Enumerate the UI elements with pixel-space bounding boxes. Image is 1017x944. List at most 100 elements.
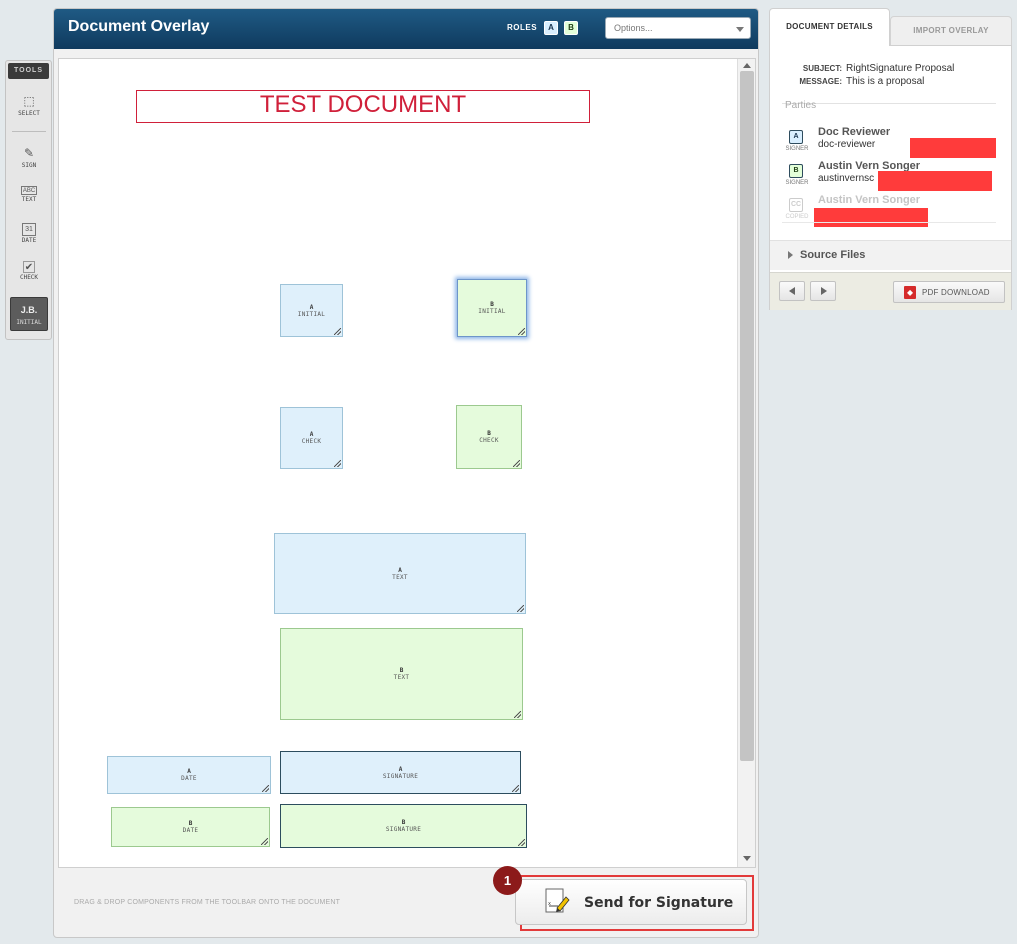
resize-handle-icon[interactable] bbox=[514, 711, 521, 718]
field-a-check[interactable]: A CHECK bbox=[280, 407, 343, 469]
tool-select[interactable]: ⬚ SELECT bbox=[10, 93, 48, 117]
previous-button[interactable] bbox=[779, 281, 805, 301]
redaction-box bbox=[878, 171, 992, 191]
field-b-check[interactable]: B CHECK bbox=[456, 405, 522, 469]
field-role: B bbox=[401, 819, 406, 826]
resize-handle-icon[interactable] bbox=[262, 785, 269, 792]
field-a-text[interactable]: A TEXT bbox=[274, 533, 526, 614]
tools-header: TOOLS bbox=[8, 63, 49, 79]
scroll-up-arrow-icon[interactable] bbox=[743, 63, 751, 68]
roles-label: ROLES bbox=[507, 23, 538, 32]
tool-select-label: SELECT bbox=[18, 110, 40, 117]
resize-handle-icon[interactable] bbox=[518, 839, 525, 846]
party-email: austinvernsc bbox=[818, 173, 875, 184]
tool-sign[interactable]: ✎ SIGN bbox=[10, 145, 48, 169]
field-b-date[interactable]: B DATE bbox=[111, 807, 270, 847]
field-type: CHECK bbox=[479, 437, 499, 444]
party-name: Doc Reviewer bbox=[818, 126, 891, 138]
chevron-right-icon bbox=[788, 251, 793, 259]
details-panel: DOCUMENT DETAILS IMPORT OVERLAY SUBJECT:… bbox=[769, 8, 1012, 310]
details-body: SUBJECT: RightSignature Proposal MESSAGE… bbox=[769, 45, 1012, 310]
tool-initial[interactable]: J.B. INITIAL bbox=[10, 297, 48, 331]
step-number-badge: 1 bbox=[493, 866, 522, 895]
text-icon: ABC bbox=[21, 186, 37, 195]
scroll-down-arrow-icon[interactable] bbox=[743, 856, 751, 861]
scroll-thumb[interactable] bbox=[740, 71, 754, 761]
role-a-badge: A bbox=[789, 130, 803, 144]
resize-handle-icon[interactable] bbox=[334, 460, 341, 467]
arrow-right-icon bbox=[821, 287, 827, 295]
field-type: SIGNATURE bbox=[385, 826, 422, 833]
resize-handle-icon[interactable] bbox=[334, 328, 341, 335]
options-dropdown[interactable]: Options... bbox=[605, 17, 751, 39]
initial-icon: J.B. bbox=[20, 305, 38, 315]
field-type: INITIAL bbox=[297, 310, 326, 318]
redaction-box bbox=[910, 138, 996, 158]
tool-check[interactable]: ✔ CHECK bbox=[10, 261, 48, 281]
send-for-signature-button[interactable]: x Send for Signature bbox=[515, 879, 747, 925]
chevron-down-icon bbox=[736, 27, 744, 32]
tab-document-details[interactable]: DOCUMENT DETAILS bbox=[769, 8, 890, 46]
tab-import-overlay[interactable]: IMPORT OVERLAY bbox=[890, 16, 1012, 46]
field-role: A bbox=[309, 431, 314, 438]
pdf-download-button[interactable]: ⬥ PDF DOWNLOAD bbox=[893, 281, 1005, 303]
field-role: A bbox=[398, 765, 403, 773]
field-role: B bbox=[399, 667, 404, 674]
field-type: SIGNATURE bbox=[382, 772, 419, 780]
tool-text-label: TEXT bbox=[21, 196, 37, 203]
next-button[interactable] bbox=[810, 281, 836, 301]
tool-text[interactable]: ABC TEXT bbox=[10, 183, 48, 203]
details-footer: ⬥ PDF DOWNLOAD bbox=[770, 272, 1011, 310]
party-role: COPIED bbox=[785, 214, 809, 220]
field-type: INITIAL bbox=[478, 308, 506, 315]
role-b-badge[interactable]: B bbox=[564, 21, 578, 35]
party-email: doc-reviewer bbox=[818, 139, 876, 150]
role-b-badge: B bbox=[789, 164, 803, 178]
party-role: SIGNER bbox=[785, 180, 809, 186]
field-b-text[interactable]: B TEXT bbox=[280, 628, 523, 720]
resize-handle-icon[interactable] bbox=[513, 460, 520, 467]
send-button-label: Send for Signature bbox=[584, 895, 734, 911]
field-role: B bbox=[490, 301, 494, 308]
svg-text:x: x bbox=[548, 901, 551, 907]
party-name: Austin Vern Songer bbox=[818, 194, 921, 206]
pdf-download-label: PDF DOWNLOAD bbox=[922, 288, 990, 297]
party-role: SIGNER bbox=[785, 146, 809, 152]
resize-handle-icon[interactable] bbox=[517, 605, 524, 612]
field-a-initial[interactable]: A INITIAL bbox=[280, 284, 343, 337]
role-a-badge[interactable]: A bbox=[544, 21, 558, 35]
panel-header: Document Overlay ROLES A B Options... bbox=[54, 9, 758, 49]
drag-drop-hint: DRAG & DROP COMPONENTS FROM THE TOOLBAR … bbox=[74, 899, 341, 906]
message-key: MESSAGE: bbox=[799, 77, 842, 86]
checkbox-icon: ✔ bbox=[23, 261, 35, 273]
field-role: A bbox=[187, 768, 191, 775]
source-files-toggle[interactable]: Source Files bbox=[770, 240, 1011, 270]
subject-key: SUBJECT: bbox=[802, 64, 842, 73]
field-type: DATE bbox=[181, 775, 197, 782]
field-role: A bbox=[398, 566, 402, 574]
tool-date[interactable]: 31 DATE bbox=[10, 223, 48, 244]
parties-label: Parties bbox=[785, 100, 817, 111]
tool-check-label: CHECK bbox=[19, 274, 39, 281]
field-type: DATE bbox=[182, 827, 199, 834]
resize-handle-icon[interactable] bbox=[261, 838, 268, 845]
pdf-icon: ⬥ bbox=[904, 286, 916, 299]
source-files-label: Source Files bbox=[800, 249, 866, 261]
document-sign-icon: x bbox=[545, 888, 570, 913]
resize-handle-icon[interactable] bbox=[518, 328, 525, 335]
field-b-signature[interactable]: B SIGNATURE bbox=[280, 804, 527, 848]
page-title: Document Overlay bbox=[68, 18, 210, 35]
field-role: A bbox=[309, 303, 314, 311]
tools-palette: TOOLS ⬚ SELECT ✎ SIGN ABC TEXT 31 DATE ✔… bbox=[5, 60, 52, 340]
field-b-initial[interactable]: B INITIAL bbox=[457, 279, 527, 337]
field-a-signature[interactable]: A SIGNATURE bbox=[280, 751, 521, 794]
document-overlay-panel: Document Overlay ROLES A B Options... TE… bbox=[53, 8, 759, 938]
sign-icon: ✎ bbox=[23, 146, 35, 160]
document-scrollbar[interactable] bbox=[737, 59, 755, 867]
field-a-date[interactable]: A DATE bbox=[107, 756, 271, 794]
field-type: TEXT bbox=[392, 573, 408, 581]
field-role: B bbox=[487, 430, 491, 437]
calendar-icon: 31 bbox=[22, 223, 36, 236]
resize-handle-icon[interactable] bbox=[512, 785, 519, 792]
document-canvas[interactable]: TEST DOCUMENT A INITIAL B INITIAL A CHEC… bbox=[58, 58, 756, 868]
